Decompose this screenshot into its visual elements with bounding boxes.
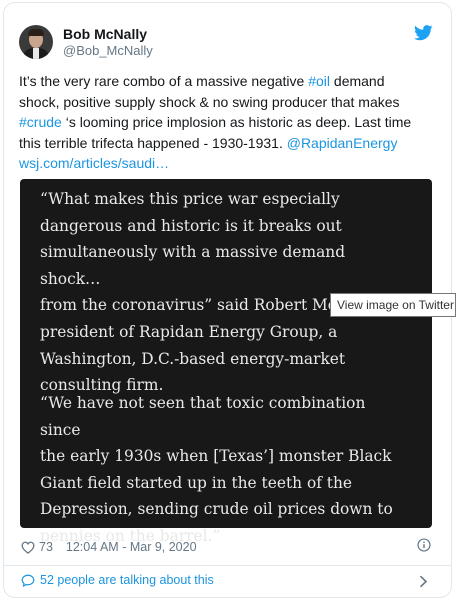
tweet-text: It’s the very rare combo of a massive ne…: [19, 71, 429, 174]
tweet-link[interactable]: wsj.com/articles/saudi…: [19, 155, 169, 171]
quote-image[interactable]: “What makes this price war especially da…: [20, 179, 432, 545]
tweet-link[interactable]: #crude: [19, 114, 62, 130]
author-name[interactable]: Bob McNally: [63, 26, 147, 42]
tweet-text-segment: demand: [330, 73, 385, 89]
tweet-text-line: It’s the very rare combo of a massive ne…: [19, 71, 429, 92]
tweet-text-line: this terrible trifecta happened - 1930-1…: [19, 133, 429, 154]
tweet-text-segment: It’s the very rare combo of a massive ne…: [19, 73, 309, 89]
tweet-text-line: wsj.com/articles/saudi…: [19, 153, 429, 174]
conversation-label: 52 people are talking about this: [40, 573, 214, 587]
tweet-meta: 73 12:04 AM - Mar 9, 2020: [21, 538, 197, 556]
comment-bubble-icon: [21, 574, 35, 587]
like-count[interactable]: 73: [39, 540, 53, 554]
avatar[interactable]: [19, 25, 53, 59]
tweet-text-line: shock, positive supply shock & no swing …: [19, 92, 429, 113]
twitter-bird-icon[interactable]: [414, 25, 433, 41]
view-image-tooltip: View image on Twitter: [330, 293, 456, 317]
tweet-text-segment: ‘s looming price implosion as historic a…: [61, 114, 412, 130]
info-icon[interactable]: [417, 538, 431, 552]
tweet-link[interactable]: #oil: [308, 73, 330, 89]
tweet-text-segment: shock, positive supply shock & no swing …: [19, 93, 400, 110]
tweet-text-segment: this terrible trifecta happened - 1930-1…: [19, 134, 287, 151]
divider: [4, 565, 451, 566]
conversation-link[interactable]: 52 people are talking about this: [21, 573, 214, 587]
author-handle[interactable]: @Bob_McNally: [63, 43, 153, 58]
timestamp[interactable]: 12:04 AM - Mar 9, 2020: [66, 540, 197, 554]
tweet-link[interactable]: @RapidanEnergy: [287, 135, 398, 151]
tweet-text-line: #crude ‘s looming price implosion as his…: [19, 112, 429, 133]
chevron-right-icon[interactable]: [419, 575, 428, 588]
heart-icon[interactable]: [21, 541, 35, 554]
quote-paragraph-2: “We have not seen that toxic combination…: [40, 394, 393, 545]
